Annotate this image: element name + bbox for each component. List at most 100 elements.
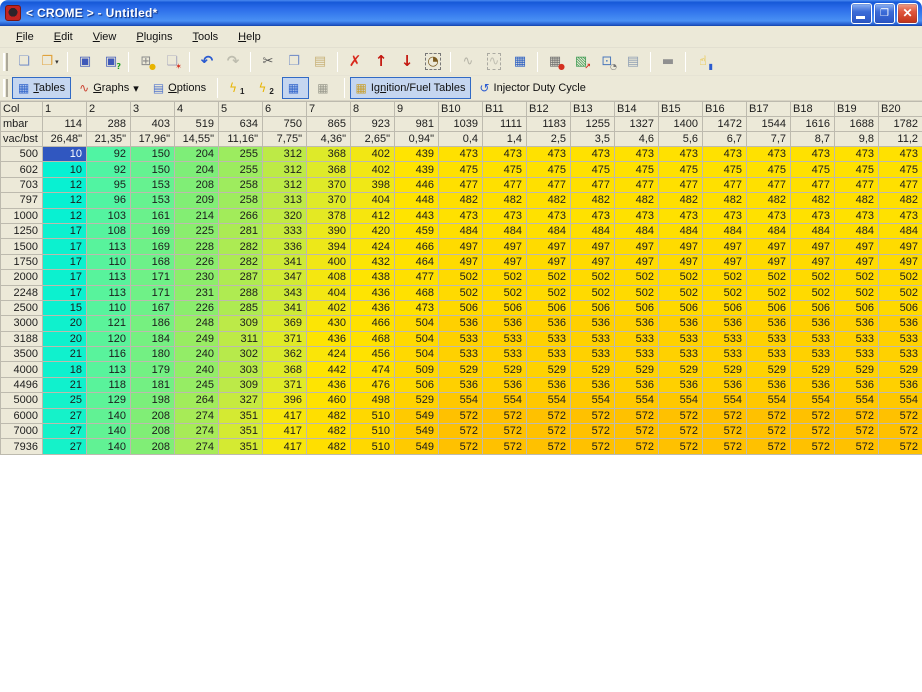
table-cell[interactable]: 497 [747,254,791,269]
table-cell[interactable]: 506 [615,300,659,315]
table-cell[interactable]: 402 [351,147,395,162]
table-cell[interactable]: 572 [439,424,483,439]
table-cell[interactable]: 351 [219,424,263,439]
injector-bank1-button[interactable]: ϟ1 [223,77,250,99]
table-cell[interactable]: 533 [703,331,747,346]
col-header-3[interactable]: 3 [131,102,175,117]
table-cell[interactable]: 417 [263,439,307,454]
paste-button[interactable]: ▤ [308,50,332,73]
menu-item-help[interactable]: Help [228,27,271,47]
injector-duty-cycle-button[interactable]: ↺Injector Duty Cycle [473,77,591,99]
table-cell[interactable]: 477 [439,177,483,192]
row-header-3188[interactable]: 3188 [1,331,43,346]
table-cell[interactable]: 420 [351,223,395,238]
table-cell[interactable]: 536 [703,316,747,331]
table-cell[interactable]: 129 [87,393,131,408]
quick-tune-button[interactable]: ☝▮ [691,50,715,73]
table-cell[interactable]: 554 [879,393,922,408]
table-cell[interactable]: 473 [483,208,527,223]
table-cell[interactable]: 506 [659,300,703,315]
open-file-button[interactable]: ❒▾ [38,50,62,73]
table-cell[interactable]: 10 [43,162,87,177]
table-cell[interactable]: 482 [307,439,351,454]
table-cell[interactable]: 439 [395,162,439,177]
table-cell[interactable]: 497 [879,239,922,254]
rom-chip-button[interactable]: ▬ [656,50,680,73]
table-cell[interactable]: 529 [879,362,922,377]
table-cell[interactable]: 498 [351,393,395,408]
table-cell[interactable]: 341 [263,254,307,269]
table-cell[interactable]: 536 [439,377,483,392]
table-cell[interactable]: 473 [659,208,703,223]
table-cell[interactable]: 274 [175,439,219,454]
row-header-2000[interactable]: 2000 [1,270,43,285]
table-cell[interactable]: 506 [527,300,571,315]
table-cell[interactable]: 572 [791,424,835,439]
table-cell[interactable]: 536 [571,377,615,392]
table-cell[interactable]: 180 [131,347,175,362]
col-header-B17[interactable]: B17 [747,102,791,117]
table-cell[interactable]: 417 [263,408,307,423]
table-cell[interactable]: 572 [439,439,483,454]
table-cell[interactable]: 504 [395,347,439,362]
table-cell[interactable]: 536 [791,316,835,331]
row-header-5000[interactable]: 5000 [1,393,43,408]
table-low-cam-button[interactable]: ▦ [282,77,309,99]
table-cell[interactable]: 572 [747,424,791,439]
table-cell[interactable]: 303 [219,362,263,377]
col-header-B20[interactable]: B20 [879,102,922,117]
table-cell[interactable]: 113 [87,270,131,285]
table-cell[interactable]: 533 [747,331,791,346]
table-cell[interactable]: 274 [175,408,219,423]
table-cell[interactable]: 533 [835,347,879,362]
redo-button[interactable]: ↷ [221,50,245,73]
table-cell[interactable]: 396 [263,393,307,408]
table-cell[interactable]: 572 [703,424,747,439]
table-cell[interactable]: 497 [571,239,615,254]
col-header-B19[interactable]: B19 [835,102,879,117]
table-cell[interactable]: 477 [483,177,527,192]
table-cell[interactable]: 572 [703,439,747,454]
table-cell[interactable]: 228 [175,239,219,254]
table-cell[interactable]: 533 [527,347,571,362]
table-cell[interactable]: 533 [835,331,879,346]
corner-cell[interactable]: Col [1,102,43,117]
table-cell[interactable]: 320 [263,208,307,223]
table-cell[interactable]: 169 [131,223,175,238]
col-header-B10[interactable]: B10 [439,102,483,117]
table-cell[interactable]: 536 [747,377,791,392]
table-cell[interactable]: 12 [43,193,87,208]
table-cell[interactable]: 572 [483,439,527,454]
send-to-emulator-button[interactable]: ⊞● [134,50,158,73]
table-cell[interactable]: 536 [527,377,571,392]
table-cell[interactable]: 473 [439,208,483,223]
table-cell[interactable]: 333 [263,223,307,238]
table-cell[interactable]: 572 [615,424,659,439]
table-cell[interactable]: 118 [87,377,131,392]
table-cell[interactable]: 572 [879,408,922,423]
table-cell[interactable]: 249 [175,331,219,346]
table-cell[interactable]: 502 [571,270,615,285]
table-cell[interactable]: 502 [615,270,659,285]
table-cell[interactable]: 473 [439,147,483,162]
table-cell[interactable]: 502 [791,285,835,300]
table-cell[interactable]: 473 [835,208,879,223]
table-cell[interactable]: 536 [659,316,703,331]
graphs-button[interactable]: ∿Graphs▾ [73,77,145,99]
table-cell[interactable]: 497 [439,239,483,254]
row-header-4496[interactable]: 4496 [1,377,43,392]
table-cell[interactable]: 351 [219,408,263,423]
table-cell[interactable]: 502 [835,285,879,300]
table-cell[interactable]: 466 [351,316,395,331]
menu-item-plugins[interactable]: Plugins [126,27,182,47]
table-cell[interactable]: 533 [571,347,615,362]
table-cell[interactable]: 572 [571,424,615,439]
table-cell[interactable]: 529 [527,362,571,377]
col-header-B14[interactable]: B14 [615,102,659,117]
table-cell[interactable]: 312 [263,162,307,177]
table-cell[interactable]: 312 [263,147,307,162]
table-cell[interactable]: 370 [307,193,351,208]
table-cell[interactable]: 502 [879,285,922,300]
table-cell[interactable]: 533 [879,331,922,346]
row-header-2248[interactable]: 2248 [1,285,43,300]
